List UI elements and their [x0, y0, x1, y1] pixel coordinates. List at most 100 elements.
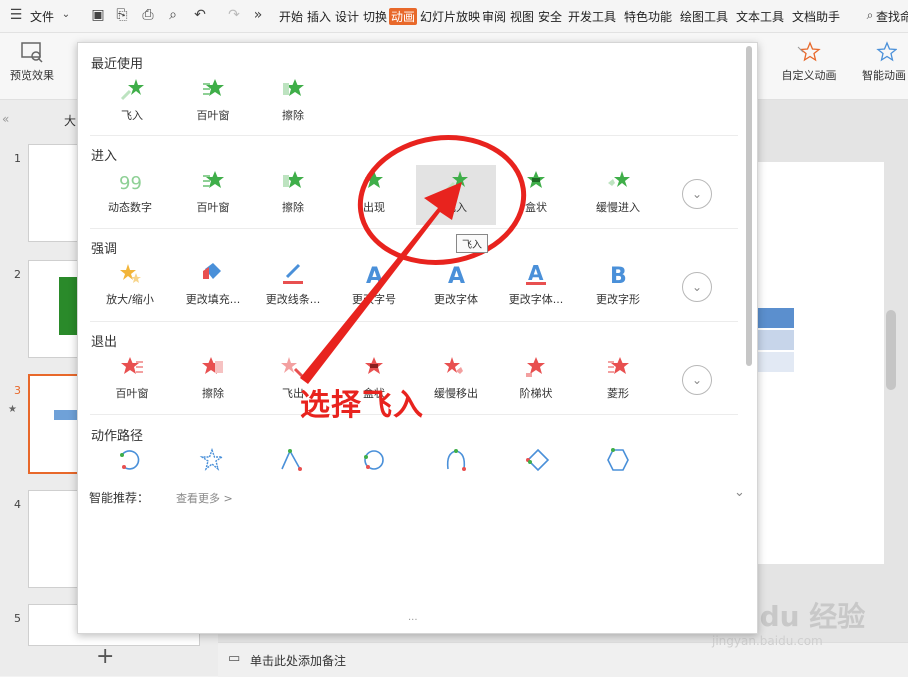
blinds-icon	[203, 171, 224, 188]
slide-area[interactable]	[756, 162, 884, 564]
effect-enter-ease-in[interactable]: 缓慢进入	[578, 169, 658, 215]
search-label[interactable]: 查找命	[876, 8, 908, 25]
blinds-exit-icon	[121, 357, 143, 374]
menu-icon[interactable]: ☰	[8, 7, 24, 23]
chevron-down-icon[interactable]: ⌄	[734, 485, 745, 500]
diamond-icon	[608, 357, 629, 374]
annotation-arrow	[300, 182, 462, 384]
smart-recommend-label: 智能推荐：	[89, 491, 150, 505]
section-title-emphasis: 强调	[91, 242, 118, 257]
path-circle-icon[interactable]	[116, 447, 144, 473]
slide-number: 1	[14, 152, 21, 165]
preview-icon	[21, 42, 43, 63]
tab-features[interactable]: 特色功能	[624, 8, 672, 25]
tab-slideshow[interactable]: 幻灯片放映	[420, 8, 480, 25]
print-icon[interactable]: ⎙	[140, 7, 156, 23]
resize-handle[interactable]: ···	[408, 615, 418, 626]
redo-icon[interactable]: ↷	[226, 7, 242, 23]
expand-exit-button[interactable]: ⌄	[682, 365, 712, 395]
tab-design[interactable]: 设计	[335, 8, 359, 25]
effect-recent-wipe[interactable]: 擦除	[253, 77, 333, 123]
fly-in-icon	[120, 79, 144, 101]
wipe-icon	[283, 79, 304, 96]
tab-text-tools[interactable]: 文本工具	[736, 8, 784, 25]
preview-effect-button[interactable]: 预览效果	[4, 41, 60, 83]
blinds-icon	[203, 79, 224, 96]
print-preview-icon[interactable]: ⌕	[165, 7, 181, 23]
view-more-link[interactable]: 查看更多 >	[176, 490, 233, 506]
save-icon[interactable]: ▣	[90, 7, 106, 23]
notes-icon: ▭	[228, 651, 241, 666]
effect-exit-wipe[interactable]: 擦除	[173, 355, 253, 401]
slide-number: 4	[14, 498, 21, 511]
custom-animation-label: 自定义动画	[781, 69, 837, 82]
custom-animation-button[interactable]: 自定义动画	[775, 41, 843, 83]
tab-drawing-tools[interactable]: 绘图工具	[680, 8, 728, 25]
slide-number: 2	[14, 268, 21, 281]
tab-transition[interactable]: 切换	[363, 8, 387, 25]
path-loop-icon[interactable]	[360, 447, 388, 473]
tooltip: 飞入	[456, 234, 488, 253]
pane-label: 大	[64, 114, 77, 128]
canvas-scrollbar[interactable]	[886, 310, 896, 390]
section-title-recent: 最近使用	[91, 57, 144, 72]
wipe-exit-icon	[202, 357, 223, 374]
format-painter-icon[interactable]: ⎘	[114, 7, 130, 23]
tab-developer[interactable]: 开发工具	[568, 8, 616, 25]
file-menu[interactable]: 文件	[30, 8, 54, 25]
section-title-motion-path: 动作路径	[91, 429, 144, 444]
expand-enter-button[interactable]: ⌄	[682, 179, 712, 209]
undo-icon[interactable]: ↶	[192, 7, 208, 23]
annotation-overlay	[300, 135, 527, 384]
tab-animation[interactable]: 动画	[389, 8, 418, 25]
table-header	[756, 308, 794, 328]
section-title-enter: 进入	[91, 149, 118, 164]
effect-recent-blinds[interactable]: 百叶窗	[173, 77, 253, 123]
svg-text:99: 99	[119, 173, 142, 194]
path-star-icon[interactable]	[198, 447, 226, 473]
custom-animation-icon	[797, 41, 821, 62]
tab-view[interactable]: 视图	[510, 8, 534, 25]
menu-bar: ☰ 文件 ⌄ ▣ ⎘ ⎙ ⌕ ↶ ↷ » 开始 插入 设计 切换 动画 幻灯片放…	[0, 0, 908, 33]
notes-placeholder[interactable]: 单击此处添加备注	[250, 652, 346, 669]
tab-review[interactable]: 审阅	[482, 8, 506, 25]
expand-emphasis-button[interactable]: ⌄	[682, 272, 712, 302]
dynamic-number-icon: 99	[119, 173, 142, 194]
collapse-icon[interactable]: «	[2, 112, 9, 126]
table-row	[756, 352, 794, 372]
slide-number: 5	[14, 612, 21, 625]
effect-enter-blinds[interactable]: 百叶窗	[173, 169, 253, 215]
path-diamond-icon[interactable]	[524, 447, 552, 473]
grow-shrink-icon	[120, 264, 141, 283]
more-icon[interactable]: »	[250, 7, 266, 23]
effect-emphasis-grow-shrink[interactable]: 放大/缩小	[90, 261, 170, 307]
annotation-text: 选择飞入	[300, 388, 424, 423]
tab-insert[interactable]: 插入	[307, 8, 331, 25]
watermark-url: jingyan.baidu.com	[712, 634, 823, 648]
add-slide-button[interactable]: +	[96, 644, 114, 669]
preview-label: 预览效果	[10, 69, 54, 82]
svg-text:B: B	[610, 264, 627, 287]
smart-animation-button[interactable]: 智能动画	[856, 41, 908, 83]
effect-exit-diamond[interactable]: 菱形	[578, 355, 658, 401]
effect-emphasis-change-fill[interactable]: 更改填充...	[173, 261, 253, 307]
section-title-exit: 退出	[91, 335, 118, 350]
tab-doc-assistant[interactable]: 文档助手	[792, 8, 840, 25]
fill-bucket-icon	[203, 263, 221, 279]
chevron-down-icon[interactable]: ⌄	[58, 7, 74, 23]
path-curve-icon[interactable]	[442, 447, 470, 473]
effect-emphasis-change-font-style[interactable]: B 更改字形	[578, 261, 658, 307]
popup-scrollbar[interactable]	[746, 46, 752, 366]
slide-number: 3	[14, 384, 21, 397]
tab-home[interactable]: 开始	[279, 8, 303, 25]
path-arc-icon[interactable]	[278, 447, 306, 473]
animation-star-icon: ★	[8, 404, 17, 415]
effect-recent-fly-in[interactable]: 飞入	[92, 77, 172, 123]
smart-animation-icon	[876, 41, 897, 62]
effect-enter-dynamic-number[interactable]: 99 动态数字	[90, 169, 170, 215]
ease-in-icon	[608, 171, 630, 187]
path-hexagon-icon[interactable]	[604, 447, 632, 473]
effect-exit-blinds[interactable]: 百叶窗	[92, 355, 172, 401]
tab-security[interactable]: 安全	[538, 8, 562, 25]
smart-animation-label: 智能动画	[862, 69, 906, 82]
